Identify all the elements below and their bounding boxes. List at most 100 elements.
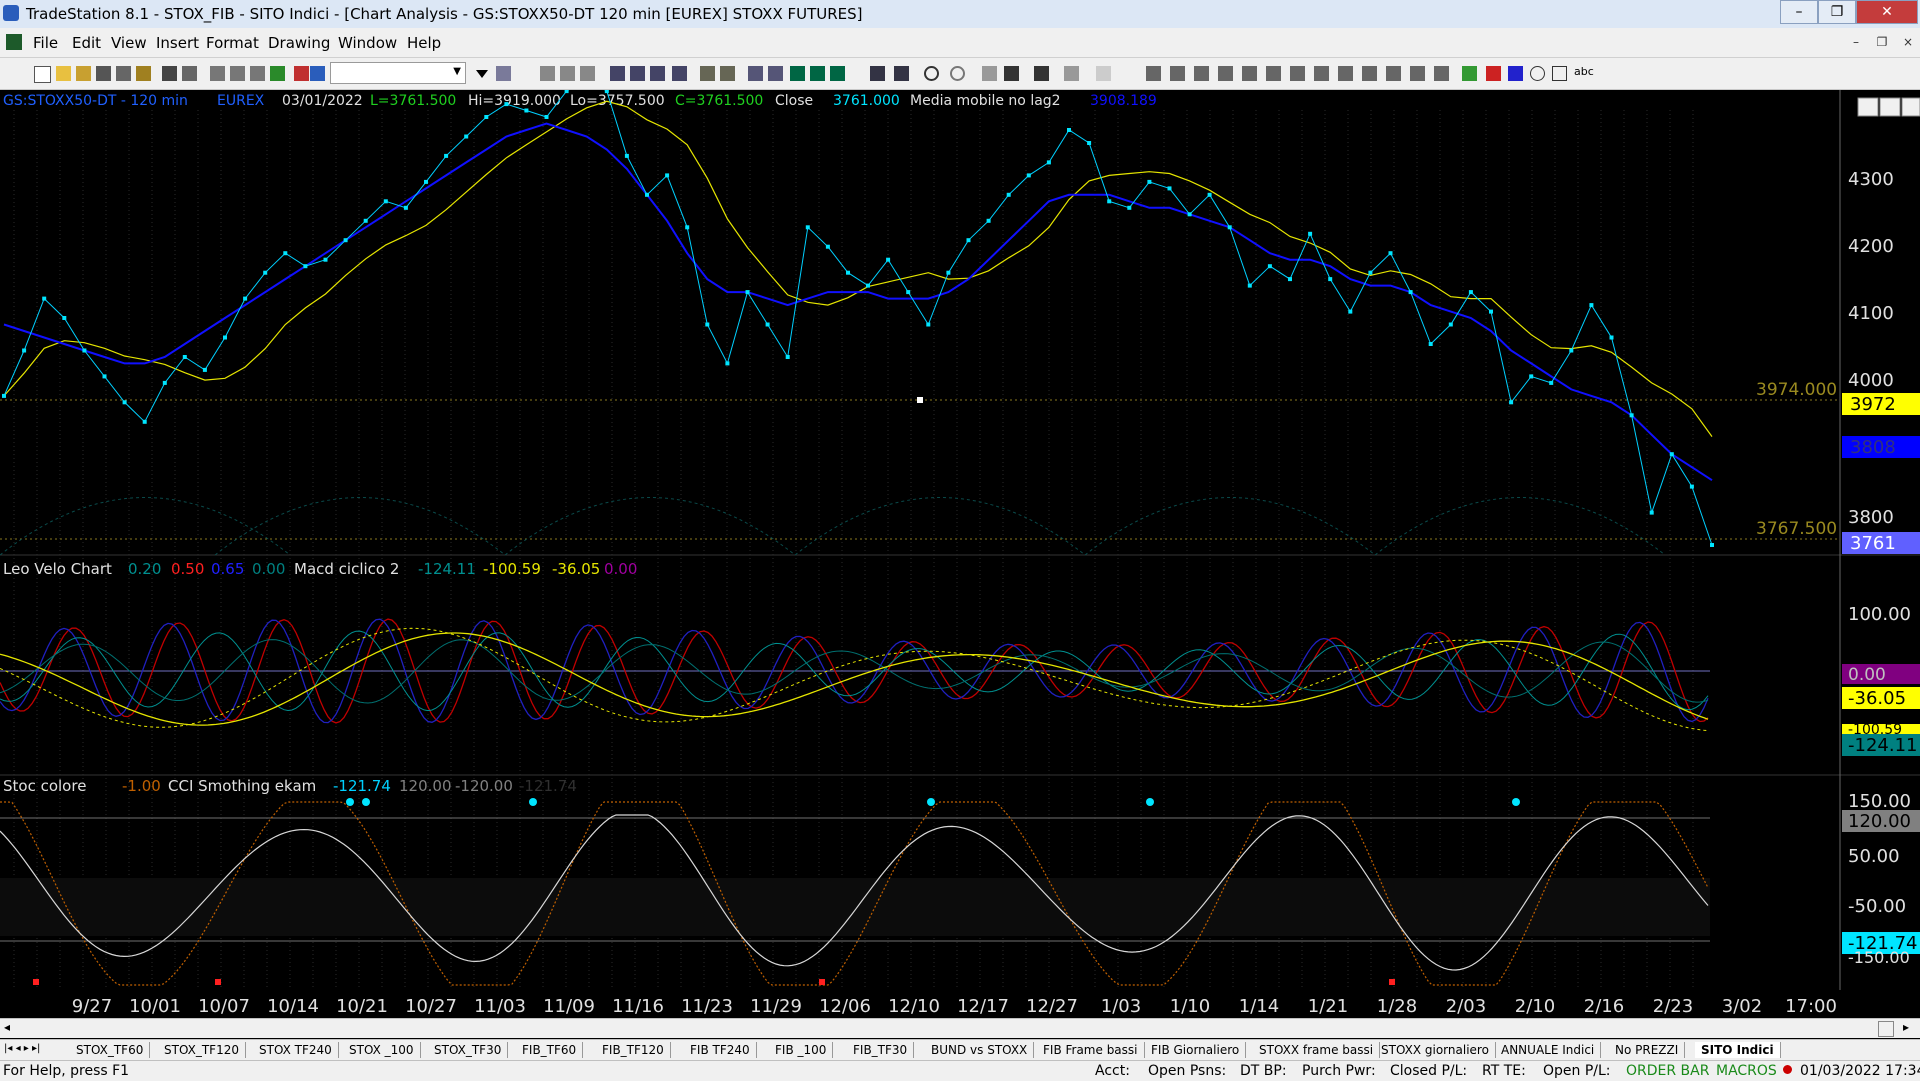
tab-bund-vs-stoxx[interactable]: BUND vs STOXX — [925, 1042, 1035, 1058]
fib-ext-icon[interactable] — [1242, 66, 1257, 81]
horizontal-scrollbar[interactable]: ◂ ▸ — [0, 1018, 1920, 1038]
optionstation-icon[interactable] — [748, 66, 763, 81]
zoom-out-icon[interactable] — [950, 66, 965, 81]
menu-format[interactable]: Format — [206, 34, 259, 52]
scroll-thumb[interactable] — [1878, 1021, 1894, 1037]
ray-icon[interactable] — [1290, 66, 1305, 81]
mdi-restore-button[interactable]: ❐ — [1872, 33, 1892, 51]
pencil-icon[interactable] — [1434, 66, 1449, 81]
menu-help[interactable]: Help — [407, 34, 441, 52]
portfolio-icon[interactable] — [768, 66, 783, 81]
tab-stoxx-giornaliero[interactable]: STOXX giornaliero — [1375, 1042, 1496, 1058]
tab-stox-tf60[interactable]: STOX_TF60 — [70, 1042, 151, 1058]
tab-nav-icon[interactable]: |◂ ◂ ▸ ▸| — [4, 1043, 40, 1054]
zoom-in-bars-icon[interactable] — [870, 66, 885, 81]
tab-stoxx-frame-bassi[interactable]: STOXX frame bassi — [1253, 1042, 1381, 1058]
rectangle-icon[interactable] — [1552, 66, 1567, 81]
candle-chart-icon[interactable] — [560, 66, 575, 81]
cut-icon[interactable] — [210, 66, 225, 81]
trendline-icon[interactable] — [1146, 66, 1161, 81]
indicator-icon[interactable] — [270, 66, 285, 81]
pointer-icon[interactable] — [982, 66, 997, 81]
new-icon[interactable] — [34, 66, 51, 83]
tab-fib-frame-bassi[interactable]: FIB Frame bassi — [1037, 1042, 1145, 1058]
time-sales-icon[interactable] — [810, 66, 825, 81]
print-icon[interactable] — [162, 66, 177, 81]
workspace-icon[interactable] — [720, 66, 735, 81]
mdi-minimize-button[interactable]: – — [1846, 33, 1866, 51]
tab-no-prezzi[interactable]: No PREZZI — [1609, 1042, 1686, 1058]
mdi-close-button[interactable]: × — [1898, 33, 1918, 51]
pane-minimize-button[interactable] — [1857, 97, 1879, 117]
data-window-icon[interactable] — [790, 66, 805, 81]
vertical-lines-icon[interactable] — [1170, 66, 1185, 81]
tab-fib-100[interactable]: FIB _100 — [769, 1042, 834, 1058]
chart-area[interactable]: GS:STOXX50-DT - 120 min EUREX 03/01/2022… — [0, 76, 1920, 1025]
close-button[interactable]: ✕ — [1856, 0, 1918, 24]
status-order-bar[interactable]: ORDER BAR — [1626, 1063, 1709, 1079]
status-macros[interactable]: MACROS — [1716, 1063, 1777, 1079]
menu-view[interactable]: View — [111, 34, 147, 52]
scanner-icon[interactable] — [672, 66, 687, 81]
tab-fib-giornaliero[interactable]: FIB Giornaliero — [1145, 1042, 1247, 1058]
pane-close-button[interactable] — [1901, 97, 1920, 117]
cycle-icon[interactable] — [1410, 66, 1425, 81]
tools-icon[interactable] — [1034, 66, 1049, 81]
down-arrow-icon[interactable] — [1486, 66, 1501, 81]
tab-stox-tf30[interactable]: STOX_TF30 — [428, 1042, 509, 1058]
arrow-both-icon[interactable] — [1338, 66, 1353, 81]
tab-fib-tf240[interactable]: FIB TF240 — [684, 1042, 757, 1058]
tab-fib-tf60[interactable]: FIB_TF60 — [516, 1042, 584, 1058]
bar-chart-icon[interactable] — [540, 66, 555, 81]
menu-edit[interactable]: Edit — [72, 34, 101, 52]
symbol-dropdown[interactable]: ▼ — [330, 62, 466, 84]
chart-svg[interactable]: GS:STOXX50-DT - 120 min EUREX 03/01/2022… — [0, 76, 1920, 1018]
menu-file[interactable]: File — [33, 34, 58, 52]
line-chart-icon[interactable] — [580, 66, 595, 81]
horizontal-lines-icon[interactable] — [1194, 66, 1209, 81]
globe-icon[interactable] — [310, 66, 325, 81]
menu-window[interactable]: Window — [338, 34, 397, 52]
paste-icon[interactable] — [250, 66, 265, 81]
strategy-icon[interactable] — [294, 66, 309, 81]
scroll-right-icon[interactable]: ▸ — [1903, 1020, 1909, 1034]
print-preview-icon[interactable] — [182, 66, 197, 81]
tab-fib-tf30[interactable]: FIB_TF30 — [847, 1042, 915, 1058]
up-arrow-icon[interactable] — [1508, 66, 1523, 81]
open-icon[interactable] — [56, 66, 71, 81]
andrews-icon[interactable] — [1266, 66, 1281, 81]
save-all-icon[interactable] — [116, 66, 131, 81]
text-tool-icon[interactable]: abc — [1574, 65, 1594, 78]
maximize-button[interactable]: ❐ — [1818, 0, 1856, 24]
tab-stox-100[interactable]: STOX _100 — [343, 1042, 421, 1058]
pane-restore-button[interactable] — [1879, 97, 1901, 117]
scroll-left-icon[interactable]: ◂ — [4, 1020, 10, 1034]
channel-icon[interactable] — [1314, 66, 1329, 81]
zoom-out-bars-icon[interactable] — [894, 66, 909, 81]
copy-icon[interactable] — [230, 66, 245, 81]
minimize-button[interactable]: – — [1780, 0, 1818, 24]
format-icon[interactable] — [1004, 66, 1019, 81]
arc-icon[interactable] — [1386, 66, 1401, 81]
open-folder-icon[interactable] — [76, 66, 91, 81]
tab-annuale-indici[interactable]: ANNUALE Indici — [1495, 1042, 1602, 1058]
save-icon[interactable] — [96, 66, 111, 81]
tab-fib-tf120[interactable]: FIB_TF120 — [596, 1042, 671, 1058]
disabled-icon[interactable] — [1096, 66, 1111, 81]
parallel-icon[interactable] — [1362, 66, 1377, 81]
layout-icon[interactable] — [700, 66, 715, 81]
zoom-in-icon[interactable] — [924, 66, 939, 81]
fib-retrace-icon[interactable] — [1218, 66, 1233, 81]
tab-stox-tf120[interactable]: STOX_TF120 — [158, 1042, 246, 1058]
hotlist-icon[interactable] — [650, 66, 665, 81]
menu-drawing[interactable]: Drawing — [268, 34, 330, 52]
matrix-icon[interactable] — [630, 66, 645, 81]
exchange-icon[interactable] — [1064, 66, 1079, 81]
ellipse-icon[interactable] — [1530, 66, 1545, 81]
menu-insert[interactable]: Insert — [156, 34, 199, 52]
matrix-book-icon[interactable] — [830, 66, 845, 81]
lock-icon[interactable] — [136, 66, 151, 81]
buy-arrow-icon[interactable] — [1462, 66, 1477, 81]
radar-icon[interactable] — [610, 66, 625, 81]
tab-stox-tf240[interactable]: STOX TF240 — [253, 1042, 339, 1058]
